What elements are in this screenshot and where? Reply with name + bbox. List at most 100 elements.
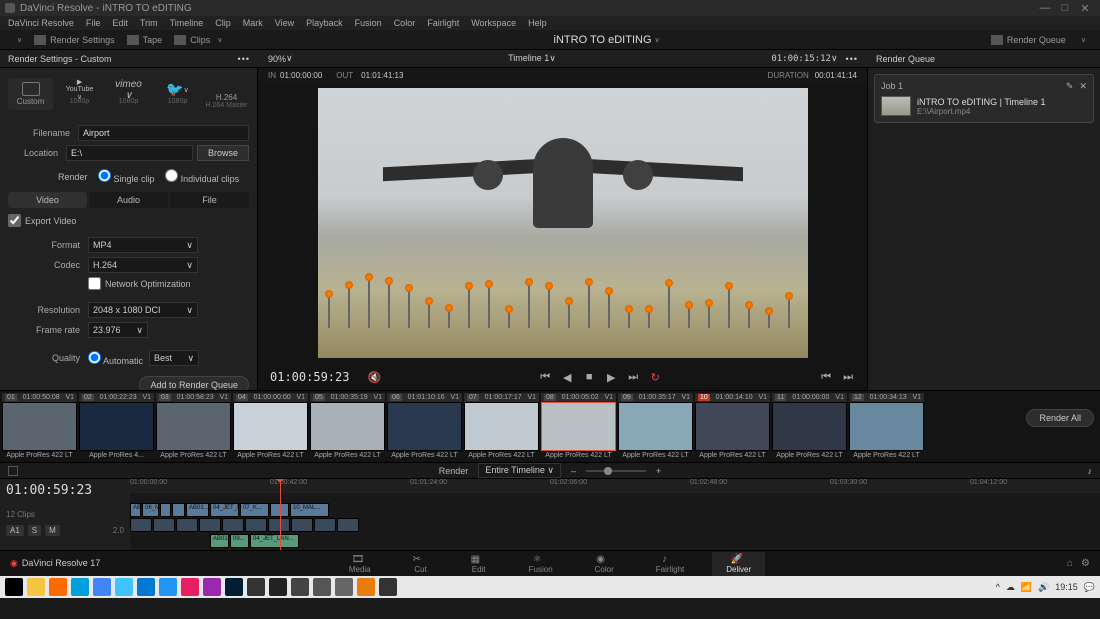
page-tab-edit[interactable]: ▦Edit [457, 552, 501, 576]
page-tab-media[interactable]: 🎞Media [335, 552, 385, 576]
location-input[interactable] [66, 145, 193, 161]
menu-playback[interactable]: Playback [306, 18, 343, 28]
taskbar-app[interactable] [225, 578, 243, 596]
stop-button[interactable]: ■ [582, 370, 596, 384]
taskbar-app[interactable] [247, 578, 265, 596]
first-frame-button[interactable]: ⏮ [538, 370, 552, 384]
close-button[interactable]: ✕ [1075, 2, 1095, 15]
panel-toggle[interactable]: ∨ [8, 36, 28, 44]
render-settings-button[interactable]: Render Settings [28, 35, 121, 45]
tab-file[interactable]: File [170, 192, 249, 208]
clip-item[interactable]: 0401:00:00:00V1Apple ProRes 422 LT [233, 393, 308, 460]
taskbar-app[interactable] [137, 578, 155, 596]
clip-item[interactable]: 0501:00:35:19V1Apple ProRes 422 LT [310, 393, 385, 460]
menu-view[interactable]: View [275, 18, 294, 28]
clip-item[interactable]: 1001:00:14:10V1Apple ProRes 422 LT [695, 393, 770, 460]
tab-video[interactable]: Video [8, 192, 87, 208]
taskbar-app[interactable] [313, 578, 331, 596]
jog-prev-button[interactable]: ⏮ [819, 370, 833, 384]
taskbar-app[interactable] [49, 578, 67, 596]
taskbar-app[interactable] [269, 578, 287, 596]
play-button[interactable]: ▶ [604, 370, 618, 384]
tray-chevron-icon[interactable]: ^ [996, 582, 1000, 592]
clip-item[interactable]: 1201:00:34:13V1Apple ProRes 422 LT [849, 393, 924, 460]
last-frame-button[interactable]: ⏭ [626, 370, 640, 384]
taskbar-app[interactable] [115, 578, 133, 596]
preset-h.264[interactable]: H.264H.264 Master [204, 74, 249, 113]
taskbar-app[interactable] [291, 578, 309, 596]
taskbar-app[interactable] [335, 578, 353, 596]
render-all-button[interactable]: Render All [1026, 409, 1094, 427]
solo-button[interactable]: S [28, 525, 41, 536]
clip-item[interactable]: 0801:00:05:02V1Apple ProRes 422 LT [541, 393, 616, 460]
menu-clip[interactable]: Clip [215, 18, 231, 28]
clip-item[interactable]: 0701:00:17:17V1Apple ProRes 422 LT [464, 393, 539, 460]
menu-color[interactable]: Color [394, 18, 416, 28]
menu-mark[interactable]: Mark [243, 18, 263, 28]
taskbar-app[interactable] [93, 578, 111, 596]
menu-davinci-resolve[interactable]: DaVinci Resolve [8, 18, 74, 28]
loop-button[interactable]: ↻ [648, 370, 662, 384]
quality-auto-radio[interactable]: Automatic [88, 351, 143, 366]
audio-toggle-icon[interactable]: ♪ [1088, 466, 1093, 476]
clip-item[interactable]: 0901:00:35:17V1Apple ProRes 422 LT [618, 393, 693, 460]
preset-custom[interactable]: Custom [8, 78, 53, 110]
tab-audio[interactable]: Audio [89, 192, 168, 208]
resolution-select[interactable]: 2048 x 1080 DCI ∨ [88, 302, 198, 318]
more-icon[interactable]: ••• [846, 54, 858, 64]
jog-next-button[interactable]: ⏭ [841, 370, 855, 384]
timeline-name[interactable]: Timeline 1∨ [293, 53, 772, 64]
add-to-queue-button[interactable]: Add to Render Queue [139, 376, 249, 390]
job-edit-icon[interactable]: ✎ [1066, 81, 1074, 91]
taskbar-app[interactable] [27, 578, 45, 596]
menu-fusion[interactable]: Fusion [355, 18, 382, 28]
playhead[interactable] [280, 479, 281, 550]
preset-youtube[interactable]: ▶ YouTube ∨1080p [57, 79, 102, 109]
filename-input[interactable] [78, 125, 249, 141]
tray-volume-icon[interactable]: 🔊 [1038, 582, 1049, 593]
start-button[interactable] [5, 578, 23, 596]
menu-trim[interactable]: Trim [140, 18, 158, 28]
menu-fairlight[interactable]: Fairlight [427, 18, 459, 28]
zoom-slider[interactable] [586, 470, 646, 472]
tray-wifi-icon[interactable]: 📶 [1021, 582, 1032, 593]
preset-twitter[interactable]: 🐦 ∨1080p [155, 79, 200, 109]
zoom-level[interactable]: 90% [268, 54, 286, 64]
timeline-tracks[interactable]: 01:00:00:0001:00:42:0001:01:24:0001:02:0… [130, 479, 1100, 550]
clip-item[interactable]: 0301:00:58:23V1Apple ProRes 422 LT [156, 393, 231, 460]
more-icon[interactable]: ••• [238, 54, 250, 64]
tray-notifications-icon[interactable]: 💬 [1084, 582, 1095, 593]
home-icon[interactable]: ⌂ [1067, 558, 1073, 569]
codec-select[interactable]: H.264 ∨ [88, 257, 198, 273]
preset-vimeo[interactable]: vimeo ∨1080p [106, 79, 151, 109]
preview-area[interactable] [258, 82, 867, 364]
clip-item[interactable]: 1101:00:00:00V1Apple ProRes 422 LT [772, 393, 847, 460]
menu-help[interactable]: Help [528, 18, 547, 28]
settings-icon[interactable]: ⚙ [1081, 558, 1090, 569]
page-tab-fairlight[interactable]: ♪Fairlight [642, 552, 698, 576]
page-tab-deliver[interactable]: 🚀Deliver [712, 552, 765, 576]
render-job[interactable]: Job 1 ✎✕ iNTRO TO eDITING | Timeline 1 E… [874, 74, 1094, 123]
render-scope-select[interactable]: Entire Timeline ∨ [478, 463, 561, 478]
taskbar-app[interactable] [357, 578, 375, 596]
export-video-checkbox[interactable]: Export Video [8, 214, 249, 227]
prev-frame-button[interactable]: ◀ [560, 370, 574, 384]
page-tab-color[interactable]: ◉Color [581, 552, 628, 576]
a1-tag[interactable]: A1 [6, 525, 24, 536]
single-clip-radio[interactable]: Single clip [98, 169, 155, 184]
page-tab-cut[interactable]: ✂Cut [399, 552, 443, 576]
clip-item[interactable]: 0101:00:50:08V1Apple ProRes 422 LT [2, 393, 77, 460]
individual-clips-radio[interactable]: Individual clips [165, 169, 240, 184]
zoom-in-button[interactable]: + [656, 466, 661, 476]
taskbar-app[interactable] [71, 578, 89, 596]
tl-toggle-icon[interactable] [8, 466, 18, 476]
page-tab-fusion[interactable]: ⚛Fusion [515, 552, 567, 576]
clips-button[interactable]: Clips∨ [168, 35, 228, 45]
zoom-out-button[interactable]: – [571, 466, 576, 476]
mute-icon[interactable]: 🔇 [367, 370, 381, 384]
browse-button[interactable]: Browse [197, 145, 249, 161]
render-queue-button[interactable]: Render Queue [985, 35, 1072, 45]
menu-workspace[interactable]: Workspace [471, 18, 516, 28]
clip-item[interactable]: 0601:01:10:16V1Apple ProRes 422 LT [387, 393, 462, 460]
network-opt-checkbox[interactable]: Network Optimization [88, 277, 249, 290]
